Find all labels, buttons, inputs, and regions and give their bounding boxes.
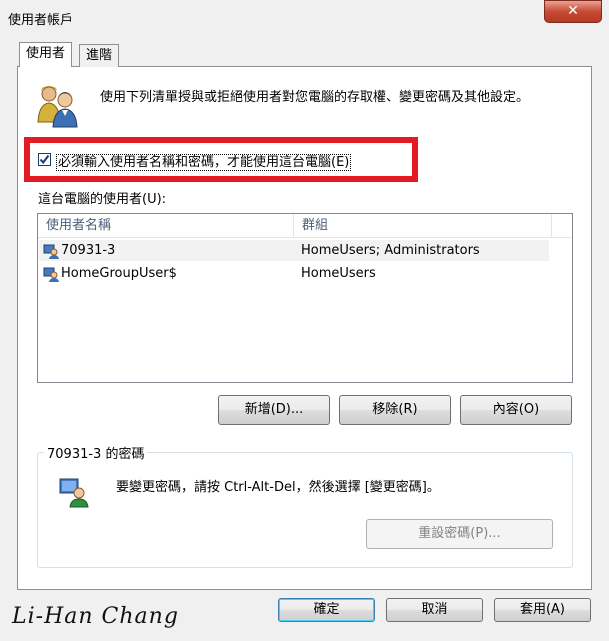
column-header-group[interactable]: 群組: [294, 214, 552, 237]
user-list[interactable]: 使用者名稱 群組 70931-3 HomeUsers; Administrato…: [37, 213, 573, 383]
user-name: HomeGroupUser$: [61, 266, 177, 281]
user-account-icon: [43, 266, 59, 289]
cancel-button[interactable]: 取消: [386, 598, 483, 622]
author-signature: Li-Han Chang: [12, 604, 179, 629]
close-button[interactable]: ✕: [544, 0, 602, 23]
table-row[interactable]: 70931-3 HomeUsers; Administrators: [39, 240, 549, 261]
password-group-title: 70931-3 的密碼: [44, 443, 148, 462]
remove-user-button[interactable]: 移除(R): [339, 395, 451, 425]
properties-button[interactable]: 內容(O): [460, 395, 572, 425]
table-row[interactable]: HomeGroupUser$ HomeUsers: [39, 263, 549, 284]
window-title: 使用者帳戶: [8, 13, 74, 28]
require-password-accel: (E): [331, 155, 350, 170]
apply-button[interactable]: 套用(A): [494, 598, 591, 622]
user-name: 70931-3: [61, 243, 116, 258]
password-groupbox: [37, 452, 573, 568]
users-icon: [36, 82, 78, 132]
user-password-icon: [58, 476, 90, 512]
column-header-name[interactable]: 使用者名稱: [38, 214, 294, 237]
change-password-hint: 要變更密碼，請按 Ctrl-Alt-Del，然後選擇 [變更密碼]。: [116, 480, 440, 495]
header-divider: [38, 237, 572, 238]
checkmark-icon: [39, 154, 50, 165]
tab-users[interactable]: 使用者: [19, 42, 73, 67]
ok-button[interactable]: 確定: [278, 598, 375, 622]
require-password-label[interactable]: 必須輸入使用者名稱和密碼，才能使用這台電腦(E): [56, 151, 352, 171]
user-group: HomeUsers: [301, 266, 376, 281]
users-list-label: 這台電腦的使用者(U):: [38, 192, 167, 207]
intro-text: 使用下列清單授與或拒絕使用者對您電腦的存取權、變更密碼及其他設定。: [100, 90, 530, 105]
title-bar: [0, 0, 609, 32]
require-password-checkbox[interactable]: [38, 153, 51, 166]
add-user-button[interactable]: 新增(D)...: [218, 395, 330, 425]
require-password-text: 必須輸入使用者名稱和密碼，才能使用這台電腦: [58, 155, 332, 170]
user-group: HomeUsers; Administrators: [301, 243, 480, 258]
reset-password-button[interactable]: 重設密碼(P)...: [366, 519, 553, 549]
tab-advanced[interactable]: 進階: [79, 44, 120, 67]
